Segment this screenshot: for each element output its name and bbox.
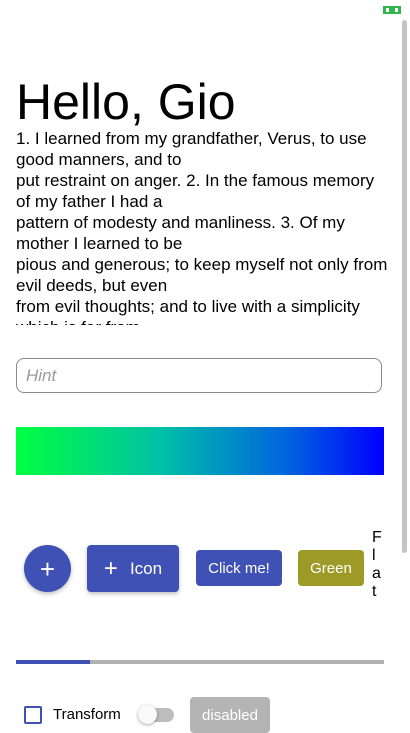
plus-icon: + (103, 554, 118, 582)
progress-bar (16, 660, 384, 664)
scrollbar[interactable] (402, 20, 407, 553)
icon-button-label: Icon (129, 558, 163, 578)
battery-icon (383, 6, 401, 14)
hint-input[interactable]: Hint (16, 358, 382, 393)
fab-add-button[interactable]: + (24, 545, 71, 592)
click-me-button[interactable]: Click me! (196, 550, 282, 586)
plus-icon: + (39, 553, 56, 584)
transform-checkbox[interactable] (24, 706, 42, 724)
green-button[interactable]: Green (298, 550, 364, 586)
checkbox-label: Transform (53, 706, 121, 723)
disabled-button: disabled (190, 697, 270, 733)
switch-thumb (138, 705, 157, 724)
toggle-switch[interactable] (138, 705, 174, 724)
icon-button[interactable]: + Icon (87, 545, 179, 592)
hint-placeholder: Hint (26, 365, 57, 385)
progress-fill (16, 660, 90, 664)
gradient-bar (16, 427, 384, 475)
page-title: Hello, Gio (16, 73, 236, 130)
paragraph-text: 1. I learned from my grandfather, Verus,… (16, 129, 388, 325)
flat-button[interactable]: F l a t (372, 529, 384, 601)
